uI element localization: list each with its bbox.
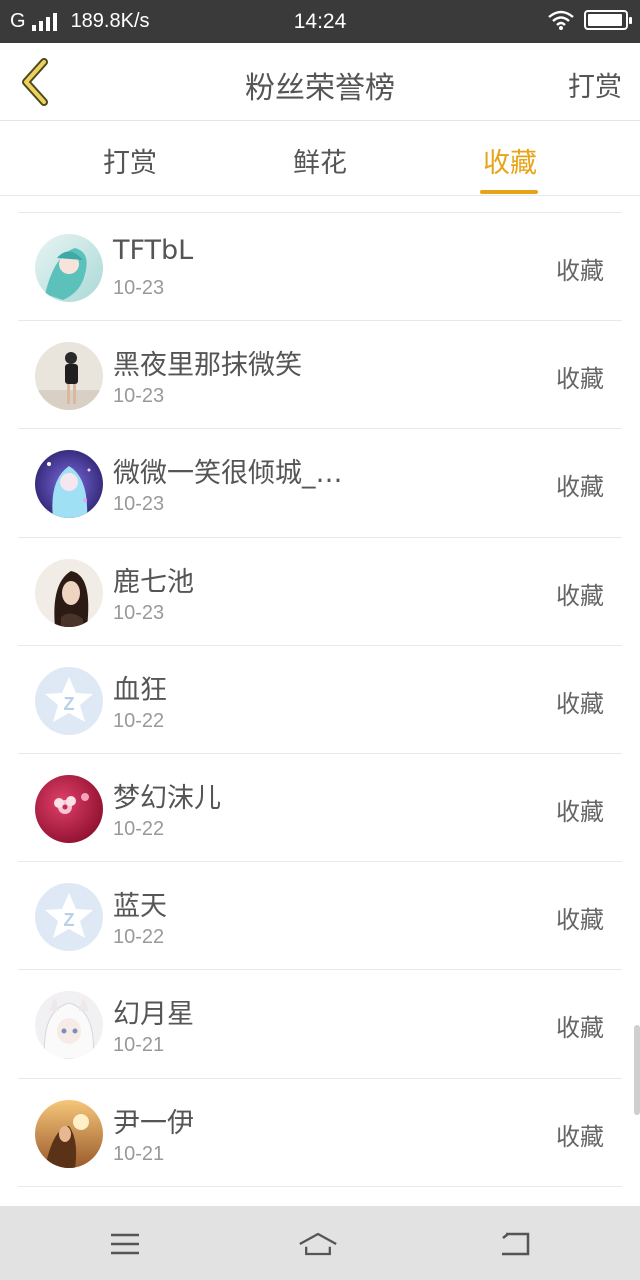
- tab-label: 鲜花: [293, 148, 347, 179]
- fan-action-label: 收藏: [556, 473, 604, 502]
- fan-list-item[interactable]: 鹿七池 10-23 收藏: [18, 538, 622, 646]
- photo-woman-avatar: [35, 558, 103, 627]
- fan-action-label: 收藏: [556, 1122, 604, 1151]
- default-z-avatar: Z: [35, 883, 103, 952]
- anime-teal-avatar: [35, 234, 103, 302]
- fan-list-item[interactable]: 微微一笑很倾城_… 10-23 收藏: [18, 429, 622, 538]
- fan-name: 尹一伊: [113, 1107, 194, 1139]
- fan-date: 10-23: [113, 493, 165, 516]
- menu-button[interactable]: [105, 1224, 145, 1264]
- anime-white-avatar: [35, 991, 103, 1060]
- home-button[interactable]: [298, 1224, 338, 1264]
- battery-fill: [588, 14, 623, 26]
- svg-text:Z: Z: [64, 910, 75, 930]
- photo-sunset-avatar: [35, 1099, 103, 1168]
- svg-text:Z: Z: [64, 694, 75, 714]
- fan-date: 10-21: [113, 1034, 165, 1057]
- fan-list-item[interactable]: Z 蓝天 10-22 收藏: [18, 862, 622, 971]
- fan-date: 10-23: [113, 601, 165, 624]
- fan-date: 10-23: [113, 385, 165, 408]
- fan-date: 10-21: [113, 1142, 165, 1165]
- default-z-avatar: Z: [35, 666, 103, 735]
- fan-action-label: 收藏: [556, 1014, 604, 1043]
- back-nav-button[interactable]: [495, 1224, 535, 1264]
- fan-name: 血狂: [113, 674, 167, 706]
- page-title: 粉丝荣誉榜: [245, 71, 395, 106]
- fan-action-label: 收藏: [556, 906, 604, 935]
- status-bar: G 189.8K/s 14:24: [0, 0, 640, 43]
- tab-bar: 打赏 鲜花 收藏: [0, 121, 640, 196]
- tab-reward[interactable]: 打赏: [70, 141, 190, 180]
- tab-label: 收藏: [483, 148, 537, 179]
- menu-icon: [111, 1233, 139, 1255]
- fan-date: 10-22: [113, 926, 165, 949]
- fan-action-label: 收藏: [556, 365, 604, 394]
- reward-button[interactable]: 打赏: [568, 65, 622, 104]
- system-nav-bar: [0, 1206, 640, 1280]
- fan-list-item[interactable]: 梦幻沫儿 10-22 收藏: [18, 754, 622, 863]
- fan-name: 黑夜里那抹微笑: [113, 350, 302, 382]
- status-right: [548, 10, 632, 30]
- active-tab-indicator: [480, 190, 538, 194]
- status-time: 14:24: [293, 10, 347, 33]
- fan-name: 鹿七池: [113, 566, 194, 598]
- fan-name: 蓝天: [113, 891, 167, 923]
- fan-name: 幻月星: [113, 999, 194, 1031]
- fan-list-item[interactable]: 幻月星 10-21 收藏: [18, 970, 622, 1079]
- tab-label: 打赏: [103, 148, 157, 179]
- anime-purple-avatar: [35, 450, 103, 519]
- fan-date: 10-22: [113, 709, 165, 732]
- header: 粉丝荣誉榜 打赏: [0, 43, 640, 121]
- fan-list-item[interactable]: 尹一伊 10-21 收藏: [18, 1079, 622, 1187]
- fan-list: TFTbL 10-23 收藏 黑夜里那抹微笑 10-23 收藏 微微一笑很倾城_… 10-23…: [18, 212, 622, 1187]
- wifi-icon: [548, 10, 574, 30]
- fan-list-item[interactable]: 黑夜里那抹微笑 10-23 收藏: [18, 321, 622, 430]
- fan-date: 10-22: [113, 817, 165, 840]
- back-icon: [502, 1232, 530, 1256]
- fan-list-item[interactable]: TFTbL 10-23 收藏: [18, 213, 622, 322]
- fan-action-label: 收藏: [556, 257, 604, 285]
- tab-flowers[interactable]: 鲜花: [260, 141, 380, 180]
- fan-name: 梦幻沫儿: [113, 782, 221, 814]
- fan-list-item[interactable]: Z 血狂 10-22 收藏: [18, 646, 622, 754]
- battery-icon: [584, 10, 632, 30]
- photo-girl-avatar: [35, 342, 103, 411]
- scrollbar[interactable]: [634, 1025, 640, 1115]
- home-icon: [299, 1232, 337, 1256]
- tab-favorites[interactable]: 收藏: [450, 141, 570, 194]
- fan-action-label: 收藏: [556, 797, 604, 826]
- flower-avatar: [35, 774, 103, 843]
- fan-name: 微微一笑很倾城_…: [113, 458, 343, 490]
- fan-date: 10-23: [113, 277, 165, 299]
- fan-action-label: 收藏: [556, 689, 604, 718]
- fan-name: TFTbL: [113, 235, 194, 266]
- fan-action-label: 收藏: [556, 581, 604, 610]
